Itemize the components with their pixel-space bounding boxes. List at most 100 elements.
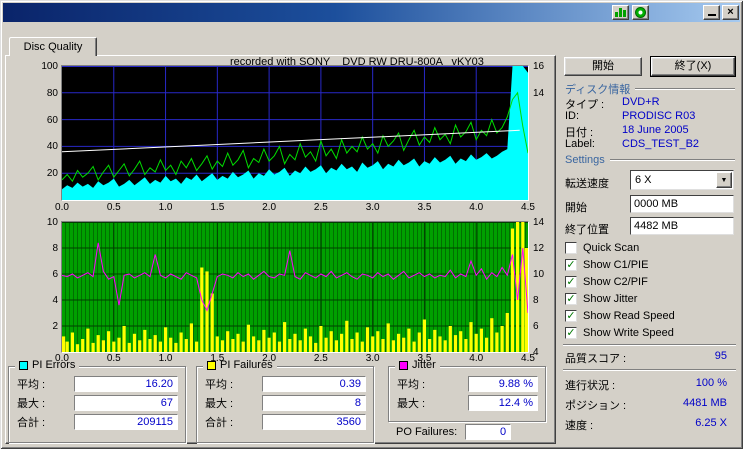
stat-value: 12.4 % xyxy=(468,394,538,411)
quality-score-row: 品質スコア : 95 xyxy=(565,350,735,365)
close-button[interactable]: × xyxy=(722,5,739,20)
pi-errors-title: PI Errors xyxy=(32,359,76,371)
checkbox-label: Show Write Speed xyxy=(583,326,674,339)
start-button[interactable]: 開始 xyxy=(564,57,642,76)
po-failures-value: 0 xyxy=(465,424,512,440)
stat-row: 合計 : 209115 xyxy=(17,413,178,430)
disc-info-header: ディスク情報 xyxy=(565,81,735,97)
stat-value: 67 xyxy=(74,394,178,411)
stat-value: 209115 xyxy=(74,413,178,430)
checkbox-show-c1-pie[interactable]: ✓ Show C1/PIE xyxy=(565,256,737,273)
stat-row: 最大 : 67 xyxy=(17,394,178,411)
chevron-down-icon: ▼ xyxy=(720,176,728,184)
field-value: PRODISC R03 xyxy=(622,110,696,122)
checkbox-show-jitter[interactable]: ✓ Show Jitter xyxy=(565,290,737,307)
stat-row: 平均 : 0.39 xyxy=(205,375,366,392)
checkbox-box[interactable]: ✓ xyxy=(565,326,577,339)
minimize-button[interactable] xyxy=(703,5,720,20)
field-label: Label: xyxy=(565,138,595,150)
transfer-speed-value: 6 X xyxy=(635,174,652,186)
start-button-label: 開始 xyxy=(592,60,614,72)
close-icon: × xyxy=(727,6,734,18)
pi-failures-title: PI Failures xyxy=(220,359,273,371)
bottom-chart xyxy=(62,222,528,352)
checkbox-show-read-speed[interactable]: ✓ Show Read Speed xyxy=(565,307,737,324)
speed-row: 速度 : 6.25 X xyxy=(565,417,735,432)
transfer-speed-label: 転送速度 xyxy=(565,178,609,190)
checkbox-box[interactable]: ✓ xyxy=(565,309,577,322)
quality-score-label: 品質スコア : xyxy=(565,353,627,365)
field-value: CDS_TEST_B2 xyxy=(622,138,700,150)
progress-label: 進行状況 : xyxy=(565,380,616,392)
speed-value: 6.25 X xyxy=(695,417,727,429)
separator-line xyxy=(609,159,735,161)
disc-type-row: タイプ : DVD+R xyxy=(565,96,735,111)
stat-row: 最大 : 12.4 % xyxy=(397,394,538,411)
exit-button[interactable]: 終了(X) xyxy=(651,57,735,76)
position-row: ポジション : 4481 MB xyxy=(565,397,735,412)
options-checkbox-list: Quick Scan ✓ Show C1/PIE ✓ Show C2/PIF ✓ Show … xyxy=(565,239,737,341)
stat-label: 平均 : xyxy=(397,378,426,391)
title-bar: CD Speed : Disc Quality Test - BENQ DVD … xyxy=(3,3,740,22)
pi-failures-legend: PI Failures xyxy=(203,359,277,371)
separator xyxy=(563,369,736,371)
end-position-label: 終了位置 xyxy=(565,224,609,236)
tab-disc-quality[interactable]: Disc Quality xyxy=(9,37,97,56)
stat-label: 平均 : xyxy=(205,378,234,391)
checkbox-quick-scan[interactable]: Quick Scan xyxy=(565,239,737,256)
checkbox-label: Show Read Speed xyxy=(583,309,675,322)
top-chart xyxy=(62,66,528,200)
stat-value: 0.39 xyxy=(262,375,366,392)
stat-label: 合計 : xyxy=(17,416,46,429)
stat-value: 8 xyxy=(262,394,366,411)
checkbox-label: Show Jitter xyxy=(583,292,638,305)
stat-label: 合計 : xyxy=(205,416,234,429)
settings-header-label: Settings xyxy=(565,154,605,166)
transfer-speed-select[interactable]: 6 X ▼ xyxy=(630,170,734,190)
checkbox-label: Quick Scan xyxy=(583,241,640,254)
checkbox-show-write-speed[interactable]: ✓ Show Write Speed xyxy=(565,324,737,341)
titlebar-icon-button-2[interactable] xyxy=(632,5,649,20)
checkbox-show-c2-pif[interactable]: ✓ Show C2/PIF xyxy=(565,273,737,290)
combo-dropdown-button[interactable]: ▼ xyxy=(716,172,732,188)
position-value: 4481 MB xyxy=(682,397,727,409)
progress-value: 100 % xyxy=(695,377,727,389)
stat-row: 平均 : 9.88 % xyxy=(397,375,538,392)
quality-score-value: 95 xyxy=(714,350,727,362)
pi-errors-color-swatch xyxy=(19,360,28,370)
checkbox-box[interactable]: ✓ xyxy=(565,292,577,305)
checkbox-box[interactable]: ✓ xyxy=(565,275,577,288)
window: CD Speed : Disc Quality Test - BENQ DVD … xyxy=(0,0,743,449)
stat-label: 最大 : xyxy=(205,397,234,410)
end-position-input[interactable] xyxy=(630,217,734,235)
titlebar-icon-button-1[interactable] xyxy=(612,5,629,20)
settings-header: Settings xyxy=(565,154,735,166)
pi-failures-color-swatch xyxy=(207,360,216,370)
stat-row: 合計 : 3560 xyxy=(205,413,366,430)
pi-errors-legend: PI Errors xyxy=(15,359,80,371)
field-label: ID: xyxy=(565,110,580,122)
disc-date-row: 日付 : 18 June 2005 xyxy=(565,124,735,139)
start-position-label: 開始 xyxy=(565,202,587,214)
disc-id-row: ID: PRODISC R03 xyxy=(565,110,735,123)
checkbox-label: Show C2/PIF xyxy=(583,275,648,288)
stat-label: 最大 : xyxy=(17,397,46,410)
jitter-color-swatch xyxy=(399,360,408,370)
bottom-chart-plot xyxy=(61,221,529,353)
tab-label: Disc Quality xyxy=(23,41,83,53)
pi-failures-group: PI Failures 平均 : 0.39 最大 : 8 合計 : 3560 xyxy=(196,359,374,443)
stat-value: 3560 xyxy=(262,413,366,430)
checkbox-box[interactable] xyxy=(565,241,577,254)
checkbox-box[interactable]: ✓ xyxy=(565,258,577,271)
start-position-input[interactable] xyxy=(630,195,734,213)
field-value: 18 June 2005 xyxy=(622,124,689,136)
exit-button-label: 終了(X) xyxy=(674,60,712,72)
po-failures-row: PO Failures: 0 xyxy=(396,424,512,440)
stat-label: 最大 : xyxy=(397,397,426,410)
speed-label: 速度 : xyxy=(565,420,594,432)
stat-label: 平均 : xyxy=(17,378,46,391)
checkbox-label: Show C1/PIE xyxy=(583,258,649,271)
progress-row: 進行状況 : 100 % xyxy=(565,377,735,392)
pi-errors-group: PI Errors 平均 : 16.20 最大 : 67 合計 : 209115 xyxy=(8,359,186,443)
field-value: DVD+R xyxy=(622,96,660,108)
